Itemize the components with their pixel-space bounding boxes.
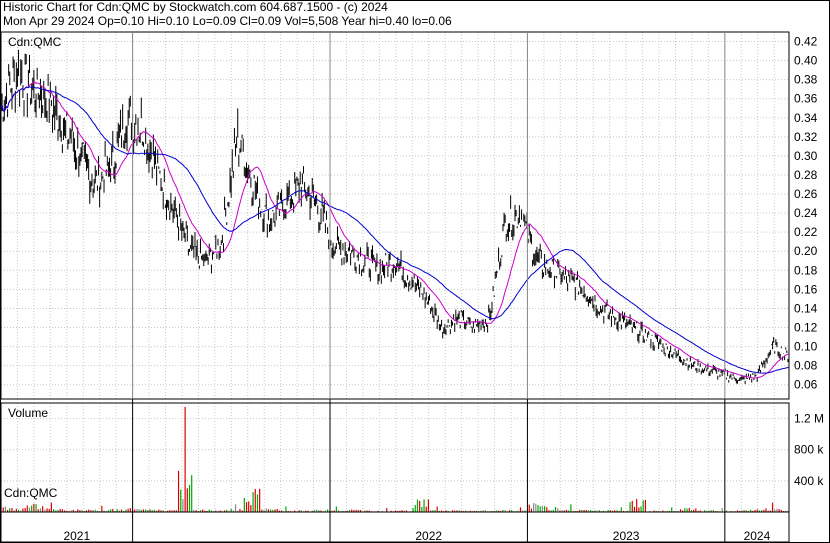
- price-tick-label: 0.40: [794, 54, 818, 68]
- volume-symbol-label: Cdn:QMC: [4, 486, 58, 500]
- price-tick-label: 0.34: [794, 111, 818, 125]
- price-tick-label: 0.16: [794, 282, 818, 296]
- volume-tick-label: 400 k: [794, 474, 824, 488]
- year-axis-frame: [0, 511, 790, 543]
- volume-panel-frame: [0, 402, 790, 513]
- chart-outer-border: [0, 0, 830, 543]
- price-tick-label: 0.10: [794, 340, 818, 354]
- volume-tick-label: 1.2 M: [794, 412, 824, 426]
- year-tick-label: 2022: [415, 529, 442, 543]
- price-tick-label: 0.28: [794, 168, 818, 182]
- price-tick-label: 0.18: [794, 263, 818, 277]
- price-panel-label: Cdn:QMC: [8, 35, 62, 49]
- price-tick-label: 0.20: [794, 244, 818, 258]
- stock-chart: 0.06 0.08 0.10 0.12 0.14 0.16 0.18 0.20 0.22 0.24…: [0, 0, 830, 543]
- price-tick-label: 0.42: [794, 35, 818, 49]
- price-tick-label: 0.12: [794, 321, 818, 335]
- year-tick-label: 2021: [63, 529, 90, 543]
- price-tick-label: 0.32: [794, 130, 818, 144]
- price-tick-label: 0.22: [794, 225, 818, 239]
- price-tick-label: 0.06: [794, 378, 818, 392]
- volume-tick-label: 800 k: [794, 443, 824, 457]
- price-tick-label: 0.38: [794, 73, 818, 87]
- price-tick-label: 0.24: [794, 206, 818, 220]
- price-tick-label: 0.26: [794, 187, 818, 201]
- price-tick-label: 0.08: [794, 359, 818, 373]
- year-tick-label: 2023: [613, 529, 640, 543]
- price-tick-label: 0.14: [794, 301, 818, 315]
- price-tick-label: 0.36: [794, 92, 818, 106]
- year-tick-label: 2024: [744, 529, 771, 543]
- volume-panel-label: Volume: [8, 406, 48, 420]
- price-tick-label: 0.30: [794, 149, 818, 163]
